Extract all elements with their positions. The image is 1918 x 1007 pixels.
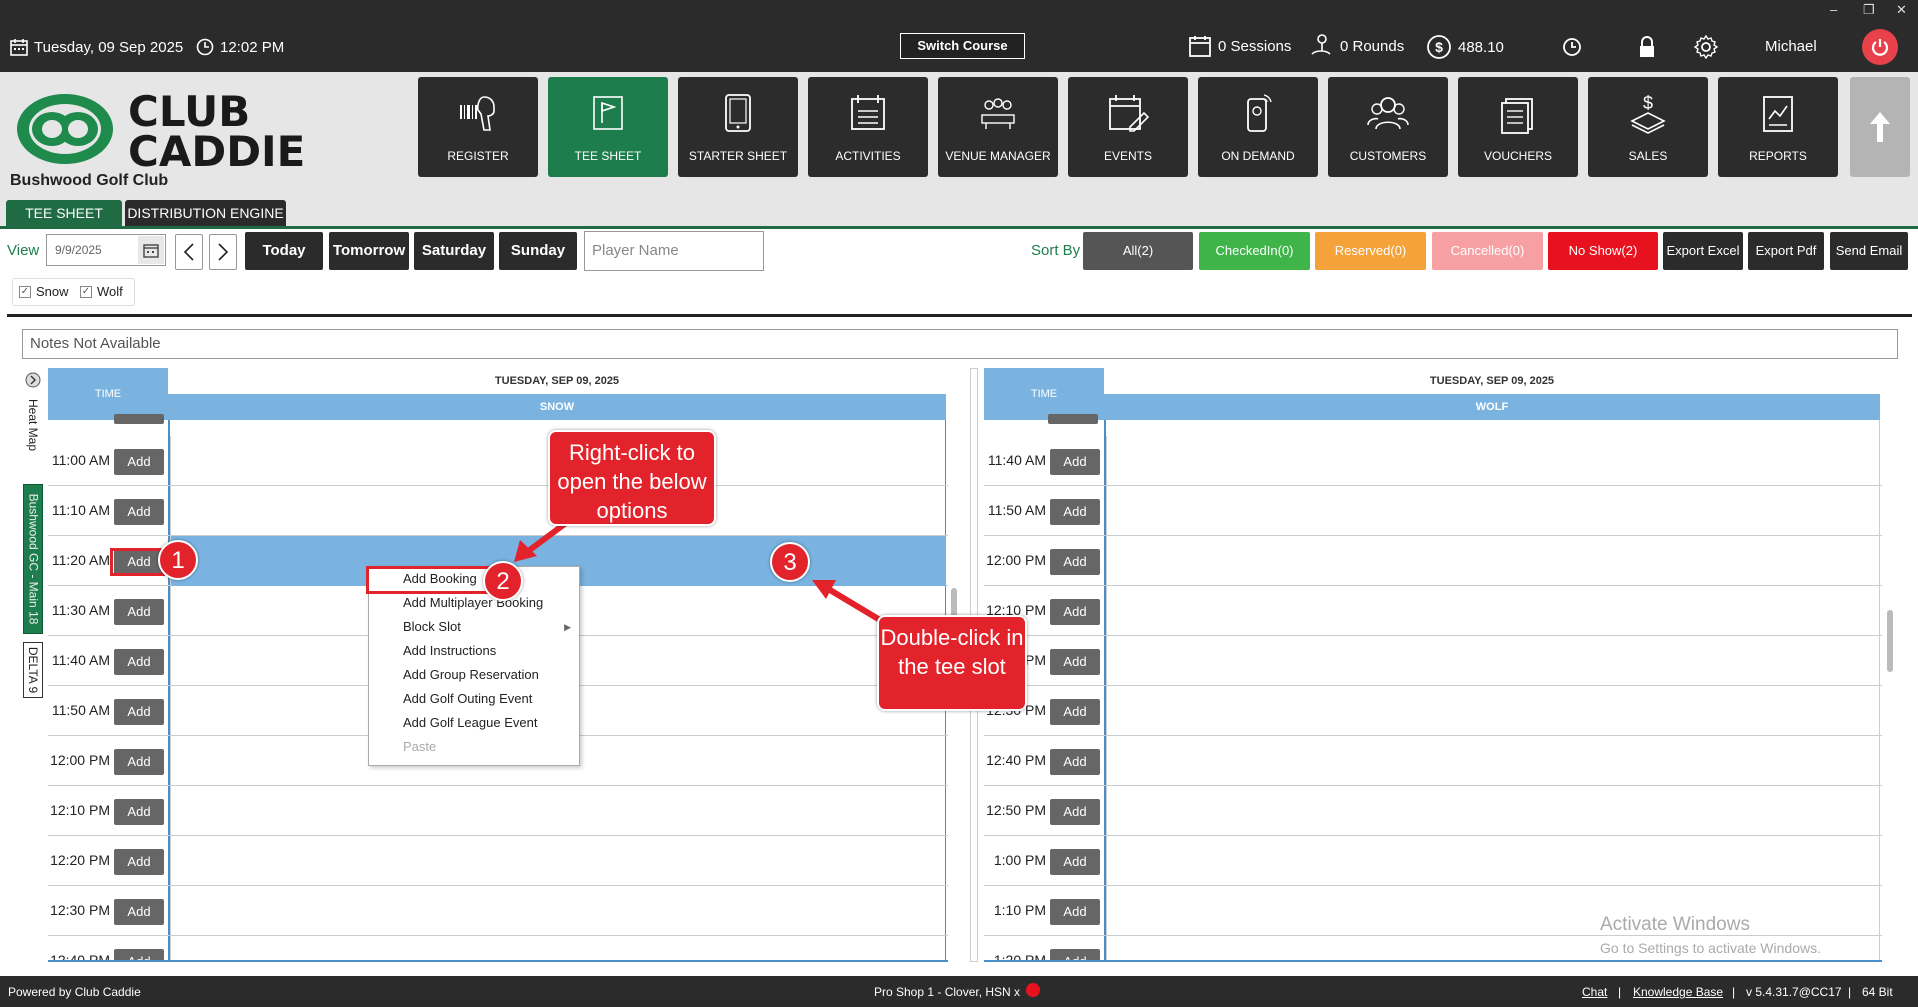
status-dot-icon: [1026, 983, 1040, 997]
chat-link[interactable]: Chat: [1582, 985, 1607, 999]
step-1-badge: 1: [158, 540, 198, 580]
footer: Powered by Club Caddie Pro Shop 1 - Clov…: [0, 976, 1918, 1007]
annotation-arrows: [514, 517, 882, 623]
step-2-badge: 2: [483, 561, 523, 601]
bit-text: 64 Bit: [1862, 985, 1893, 999]
windows-watermark-title: Activate Windows: [1600, 914, 1750, 935]
callout-double-click: Double-click in the tee slot: [877, 615, 1027, 711]
footer-separator: |: [1618, 985, 1622, 999]
callout-right-click: Right-click to open the below options: [548, 430, 716, 526]
step-3-badge: 3: [770, 542, 810, 582]
version-text: v 5.4.31.7@CC17: [1746, 985, 1842, 999]
windows-watermark-text: Go to Settings to activate Windows.: [1600, 940, 1821, 956]
footer-separator: |: [1848, 985, 1852, 999]
footer-separator: |: [1732, 985, 1736, 999]
pro-shop-status: Pro Shop 1 - Clover, HSN x: [874, 985, 1021, 999]
knowledge-base-link[interactable]: Knowledge Base: [1633, 985, 1723, 999]
powered-by: Powered by Club Caddie: [8, 985, 141, 999]
